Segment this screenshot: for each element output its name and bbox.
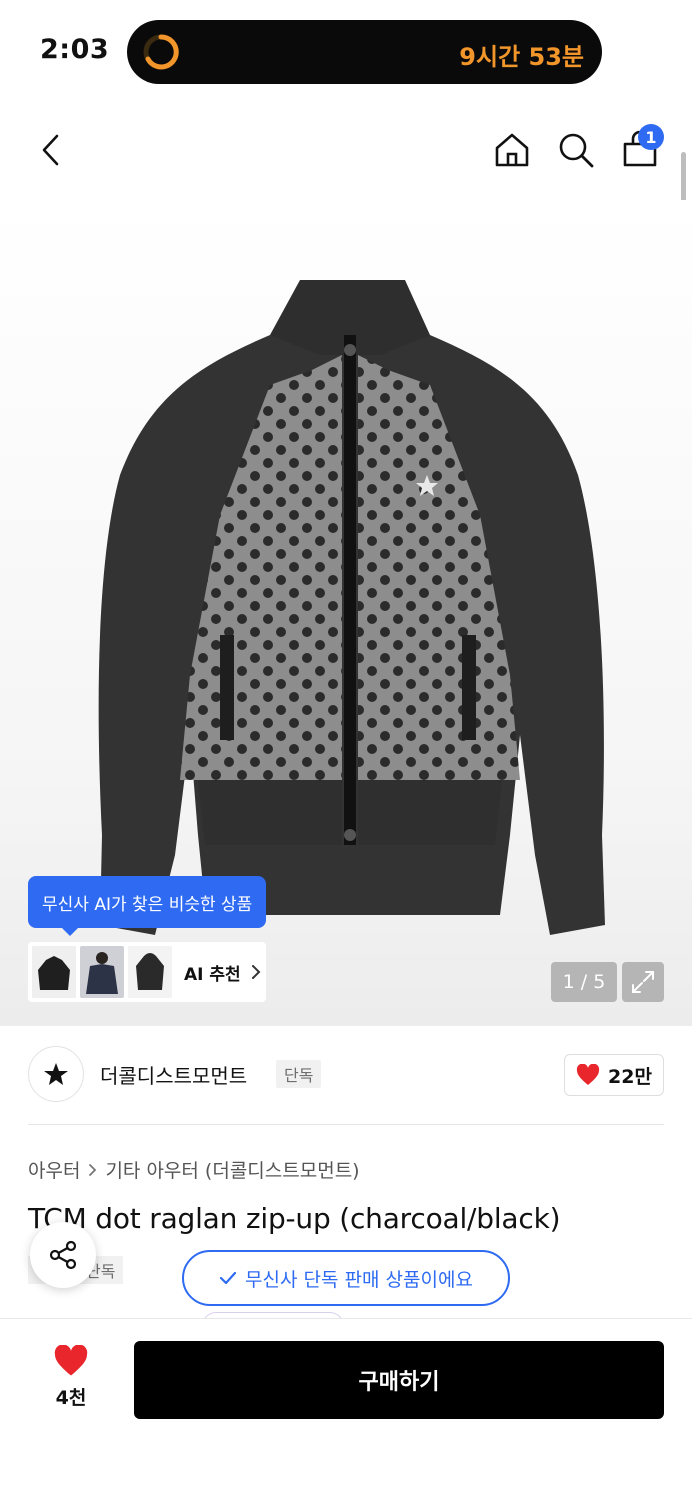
share-icon [49, 1240, 77, 1270]
check-icon [219, 1271, 237, 1285]
brand-like-count: 22만 [608, 1065, 652, 1088]
status-bar: 2:03 9시간 53분 [0, 0, 692, 100]
status-time: 2:03 [40, 34, 110, 65]
search-button[interactable] [554, 128, 598, 172]
brand-row: 더콜디스트모먼트 단독 22만 [0, 1026, 692, 1126]
chevron-right-icon [89, 1163, 97, 1176]
home-icon [495, 133, 529, 167]
ai-recommend-label: AI 추천 [184, 964, 241, 985]
heart-icon [54, 1345, 88, 1376]
ai-recommend-link[interactable]: AI 추천 [184, 960, 261, 985]
brand-name[interactable]: 더콜디스트모먼트 [100, 1060, 247, 1089]
buy-button[interactable]: 구매하기 [134, 1341, 664, 1419]
exclusive-sale-text: 무신사 단독 판매 상품이에요 [245, 1268, 473, 1291]
brand-logo[interactable] [28, 1046, 84, 1102]
recommend-thumbnail[interactable] [80, 946, 124, 998]
timer-text: 9시간 53분 [459, 43, 584, 71]
back-button[interactable] [30, 128, 70, 172]
chevron-right-icon [251, 965, 261, 979]
breadcrumb-category[interactable]: 아우터 [28, 1156, 80, 1183]
wishlist-count: 4천 [55, 1387, 87, 1409]
breadcrumb: 아우터 기타 아우터 (더콜디스트모먼트) [28, 1156, 360, 1183]
search-icon [559, 133, 594, 168]
brand-like-button[interactable]: 22만 [564, 1054, 664, 1096]
chevron-left-icon [42, 134, 59, 166]
recommend-thumbnail[interactable] [128, 946, 172, 998]
cart-count-badge: 1 [638, 124, 664, 150]
recommend-thumbnail[interactable] [32, 946, 76, 998]
exclusive-sale-banner[interactable]: 무신사 단독 판매 상품이에요 [182, 1250, 510, 1306]
expand-button[interactable] [622, 962, 664, 1002]
divider [28, 1124, 664, 1125]
bottom-action-bar: 4천 구매하기 [0, 1318, 692, 1500]
product-title: TCM dot raglan zip-up (charcoal/black) [28, 1202, 561, 1235]
home-button[interactable] [490, 128, 534, 172]
expand-icon [632, 971, 654, 993]
wishlist-button[interactable]: 4천 [38, 1345, 104, 1415]
top-nav: 1 [0, 100, 692, 200]
ai-similar-tooltip[interactable]: 무신사 AI가 찾은 비슷한 상품 [28, 876, 267, 936]
heart-icon [576, 1064, 600, 1085]
timer-icon [143, 34, 179, 70]
dynamic-island[interactable]: 9시간 53분 [127, 20, 602, 84]
share-button[interactable] [30, 1222, 96, 1288]
breadcrumb-subcategory[interactable]: 기타 아우터 (더콜디스트모먼트) [105, 1156, 359, 1183]
brand-star-icon [44, 1063, 68, 1085]
exclusive-tag: 단독 [276, 1060, 322, 1088]
cart-button[interactable]: 1 [618, 124, 664, 172]
image-page-counter: 1 / 5 [551, 962, 617, 1002]
product-image-gallery[interactable]: 무신사 AI가 찾은 비슷한 상품 AI 추천 1 / 5 [0, 200, 692, 1026]
ai-recommend-strip[interactable]: AI 추천 [28, 942, 266, 1002]
product-image [98, 280, 605, 935]
